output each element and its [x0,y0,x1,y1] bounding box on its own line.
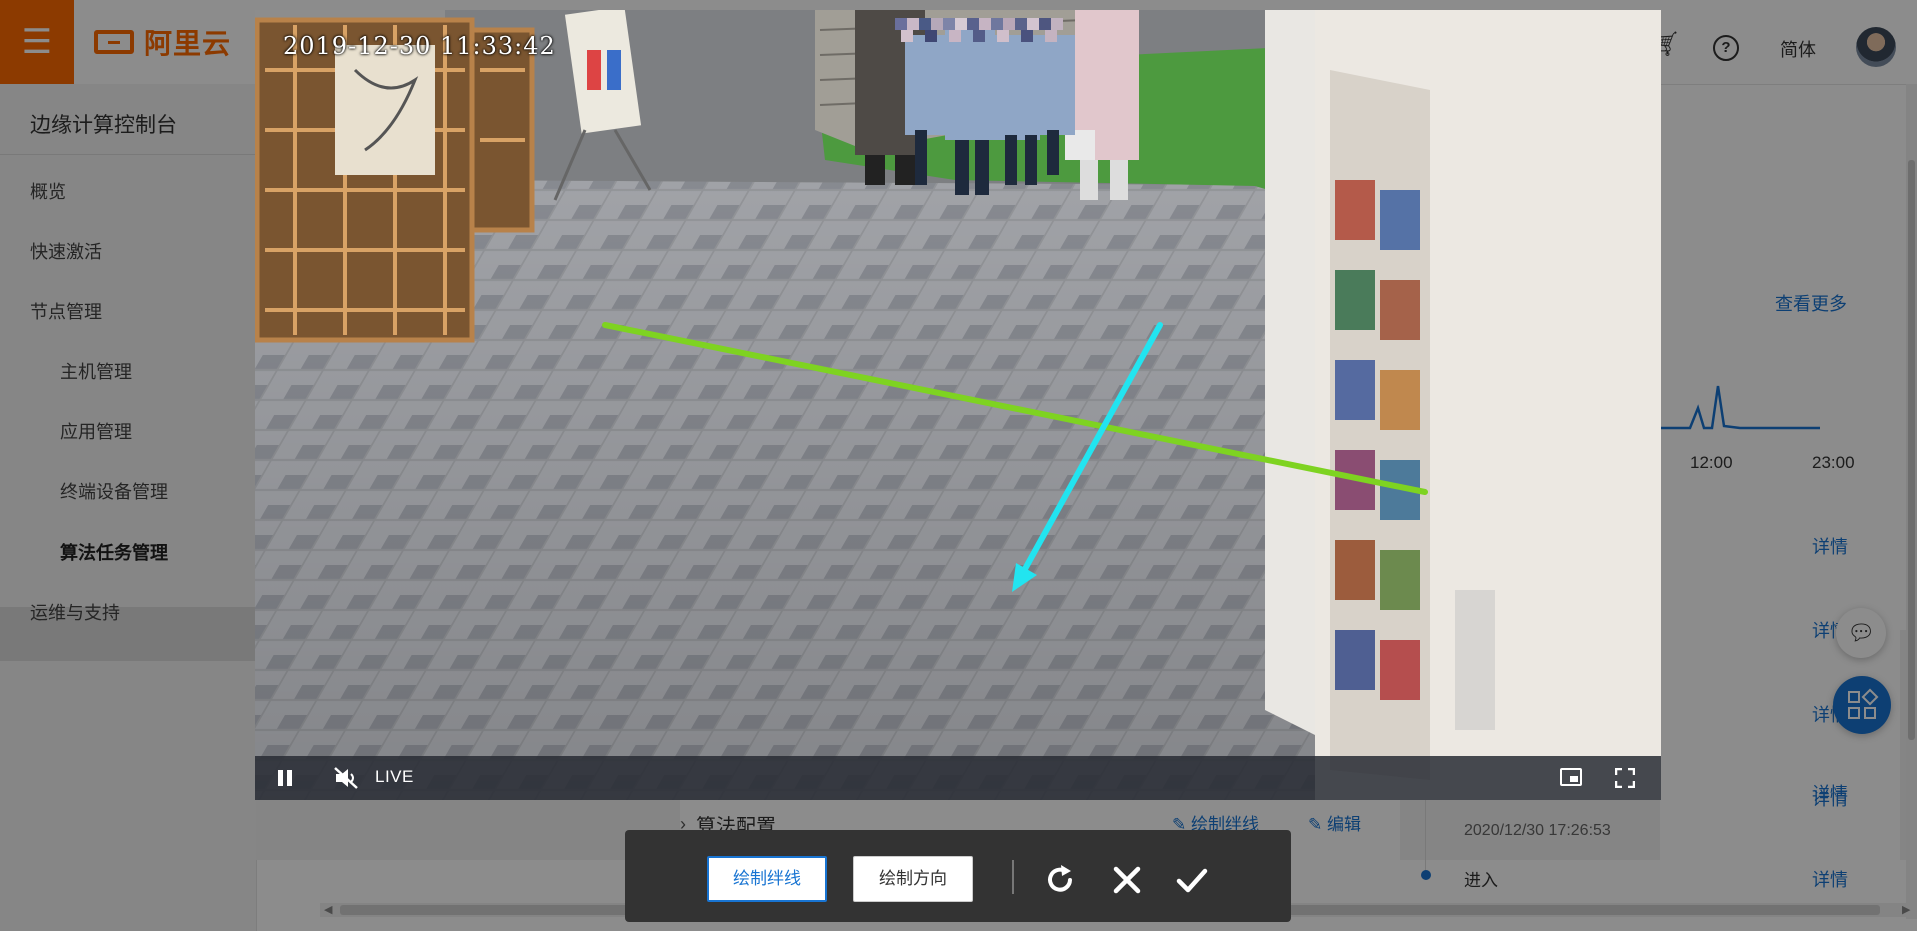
draw-direction-button[interactable]: 绘制方向 [853,856,973,902]
draw-tripline-button[interactable]: 绘制绊线 [707,856,827,902]
cancel-icon[interactable] [1110,863,1144,897]
toolbar-divider [1012,860,1014,894]
fullscreen-icon[interactable] [1615,768,1635,788]
pause-button[interactable] [277,770,293,786]
video-player[interactable]: 2019-12-30 11:33:42 LIVE [255,10,1661,800]
picture-in-picture-icon[interactable] [1560,768,1582,786]
live-label: LIVE [375,767,414,786]
video-controls: LIVE [255,756,1661,800]
redo-icon[interactable] [1043,863,1077,897]
camera-scene [255,10,1661,800]
confirm-icon[interactable] [1175,863,1209,897]
video-timestamp: 2019-12-30 11:33:42 [283,32,556,60]
drawing-toolbar: 绘制绊线 绘制方向 [625,830,1291,922]
mute-icon[interactable] [333,766,359,790]
